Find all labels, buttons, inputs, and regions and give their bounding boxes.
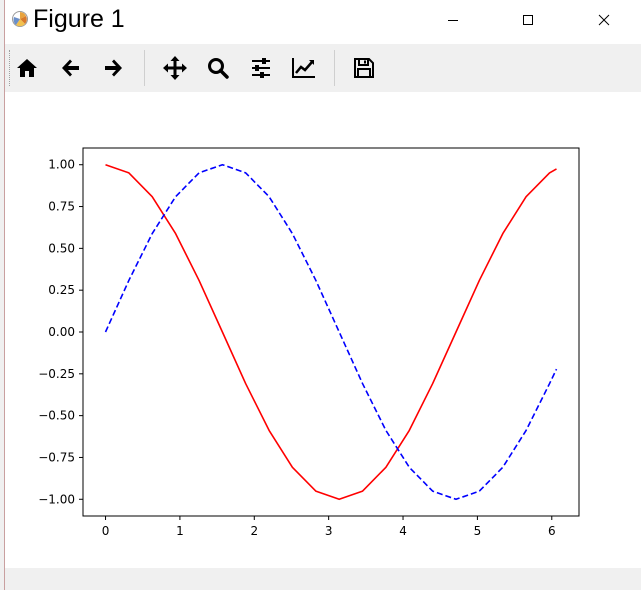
- sliders-icon: [252, 58, 270, 78]
- status-bar: [5, 568, 641, 590]
- y-tick-label: −1.00: [38, 492, 75, 506]
- toolbar-separator: [334, 50, 335, 86]
- matplotlib-app-icon: [11, 10, 29, 28]
- zoom-icon: [208, 58, 229, 79]
- save-button[interactable]: [348, 52, 380, 84]
- x-tick-label: 0: [102, 524, 110, 538]
- x-tick-label: 2: [250, 524, 258, 538]
- home-button[interactable]: [11, 52, 43, 84]
- forward-button[interactable]: [97, 52, 129, 84]
- x-tick-label: 6: [548, 524, 556, 538]
- x-tick-label: 1: [176, 524, 184, 538]
- axes-frame: [82, 147, 580, 517]
- pan-button[interactable]: [159, 52, 191, 84]
- close-button[interactable]: [581, 0, 627, 40]
- figure-canvas[interactable]: 1.00 0.75 0.50 0.25 0.00 −0.25 −0.50 −0.75 −1.00…: [5, 92, 641, 568]
- y-tick-label: 1.00: [48, 158, 75, 172]
- maximize-icon: [523, 15, 533, 25]
- close-icon: [598, 14, 610, 26]
- y-tick-label: 0.00: [48, 325, 75, 339]
- x-tick-label: 4: [399, 524, 407, 538]
- move-icon: [163, 56, 187, 80]
- y-tick-label: 0.25: [48, 283, 75, 297]
- navigation-toolbar: [5, 44, 641, 93]
- series-line-2: [104, 163, 558, 501]
- y-tick-label: −0.75: [38, 450, 75, 464]
- arrow-right-icon: [105, 59, 122, 77]
- back-button[interactable]: [55, 52, 87, 84]
- title-bar[interactable]: Figure 1: [5, 0, 641, 44]
- toolbar-separator: [144, 50, 145, 86]
- customize-button[interactable]: [288, 52, 320, 84]
- y-axis-ticks: 1.00 0.75 0.50 0.25 0.00 −0.25 −0.50 −0.75 −1.00: [38, 158, 83, 506]
- series-line-1: [105, 163, 557, 501]
- x-tick-label: 3: [325, 524, 333, 538]
- home-icon: [17, 59, 37, 77]
- maximize-button[interactable]: [505, 0, 551, 40]
- y-tick-label: 0.50: [48, 241, 75, 255]
- x-axis-ticks: 0 1 2 3 4 5 6: [102, 516, 556, 538]
- save-icon: [354, 58, 374, 78]
- window-title: Figure 1: [33, 5, 125, 33]
- minimize-icon: [448, 20, 458, 21]
- zoom-button[interactable]: [202, 52, 234, 84]
- chart-line-icon: [292, 58, 315, 78]
- y-tick-label: −0.50: [38, 409, 75, 423]
- x-tick-label: 5: [474, 524, 482, 538]
- y-tick-label: −0.25: [38, 367, 75, 381]
- minimize-button[interactable]: [430, 0, 476, 40]
- y-tick-label: 0.75: [48, 200, 75, 214]
- plot-lines: [104, 163, 558, 501]
- subplots-button[interactable]: [245, 52, 277, 84]
- arrow-left-icon: [62, 59, 79, 77]
- line-chart[interactable]: 1.00 0.75 0.50 0.25 0.00 −0.25 −0.50 −0.75 −1.00…: [5, 92, 641, 568]
